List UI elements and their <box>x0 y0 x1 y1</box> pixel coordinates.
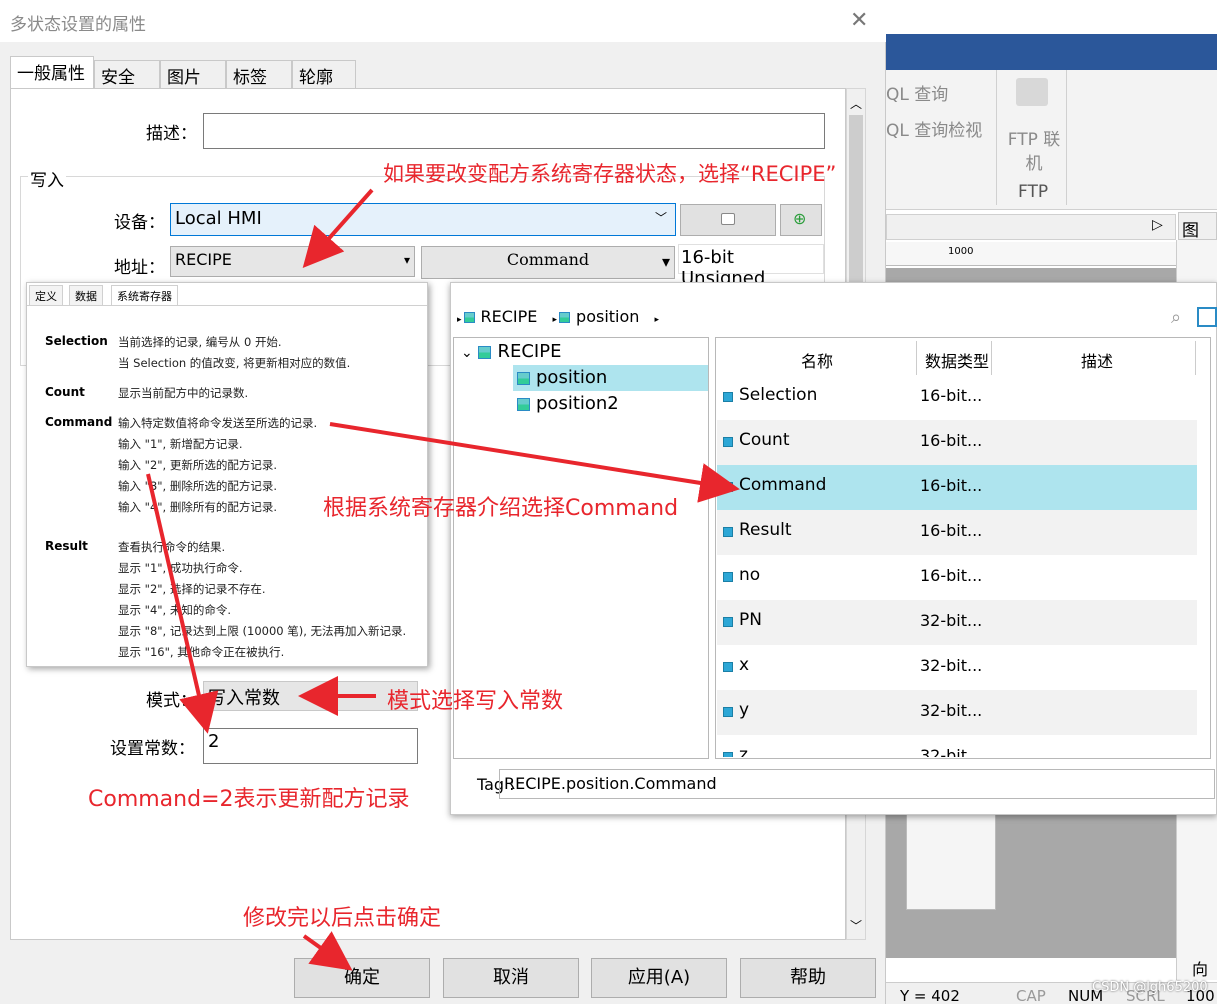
arrow-to-ok <box>302 931 353 971</box>
arrow-to-command <box>329 422 740 503</box>
arrow-to-constant <box>146 473 219 734</box>
watermark: CSDN @lgh65200 <box>1092 980 1208 995</box>
annotation-arrows <box>146 188 740 971</box>
arrow-to-recipe <box>302 188 374 268</box>
